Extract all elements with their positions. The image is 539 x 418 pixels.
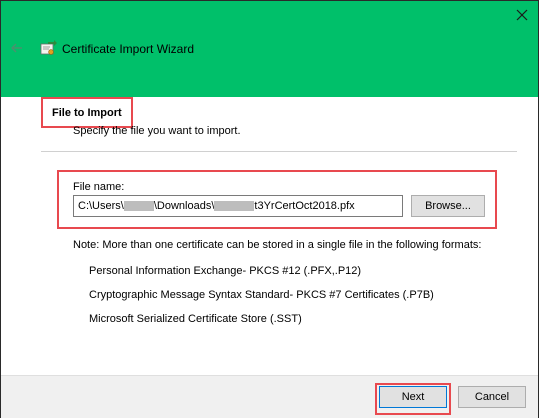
wizard-window: Certificate Import Wizard File to Import… — [0, 0, 539, 418]
file-name-label: File name: — [73, 181, 125, 193]
browse-button[interactable]: Browse... — [411, 195, 485, 217]
close-icon[interactable] — [515, 8, 529, 22]
file-name-input[interactable]: C:\Users\xxxx\Downloads\xxxxxt3YrCertOct… — [73, 195, 403, 217]
file-path-prefix: C:\Users\ — [78, 200, 124, 212]
page-heading: File to Import — [52, 107, 122, 119]
footer-bar: Next Cancel — [1, 375, 538, 418]
page-subheading: Specify the file you want to import. — [73, 125, 241, 137]
file-path-middle: \Downloads\ — [153, 200, 215, 212]
format-item-pfx: Personal Information Exchange- PKCS #12 … — [89, 265, 362, 277]
redacted-username: xxxx — [123, 201, 154, 212]
divider — [41, 151, 517, 152]
title-bar: Certificate Import Wizard — [1, 1, 538, 97]
file-path-suffix: t3YrCertOct2018.pfx — [254, 200, 355, 212]
redacted-filename: xxxxx — [214, 201, 255, 212]
format-item-sst: Microsoft Serialized Certificate Store (… — [89, 313, 302, 325]
cancel-button[interactable]: Cancel — [458, 386, 526, 408]
next-button[interactable]: Next — [379, 386, 447, 408]
formats-note: Note: More than one certificate can be s… — [73, 239, 482, 251]
wizard-title: Certificate Import Wizard — [62, 42, 195, 56]
back-arrow-icon[interactable] — [11, 43, 23, 53]
certificate-icon — [40, 40, 57, 55]
format-item-p7b: Cryptographic Message Syntax Standard- P… — [89, 289, 434, 301]
